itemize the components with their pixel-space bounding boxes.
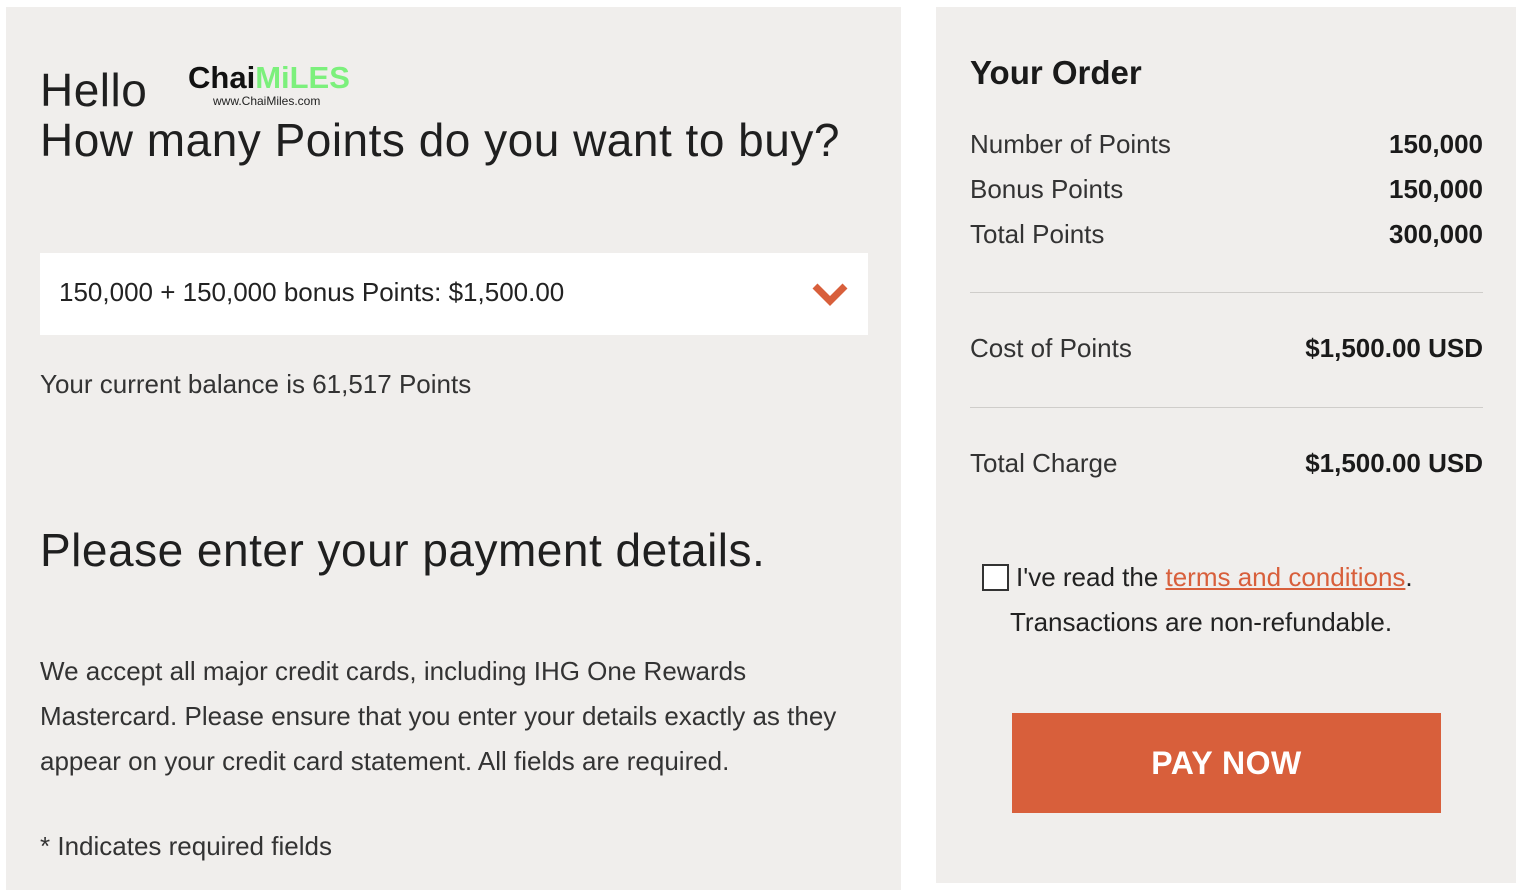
- total-points-row: Total Points 300,000: [970, 217, 1483, 251]
- total-points-label: Total Points: [970, 219, 1105, 249]
- points-selection-panel: Hello ChaiMiLES www.ChaiMiles.com How ma…: [6, 7, 901, 890]
- terms-agreement-text: I've read the terms and conditions.: [1016, 560, 1413, 594]
- greeting-heading: Hello: [40, 64, 148, 116]
- bonus-points-row: Bonus Points 150,000: [970, 172, 1483, 206]
- bonus-points-label: Bonus Points: [970, 174, 1124, 204]
- summary-divider: [970, 292, 1483, 293]
- pay-now-button[interactable]: PAY NOW: [1012, 713, 1441, 813]
- chevron-down-icon[interactable]: [812, 281, 848, 307]
- total-points-value: 300,000: [1389, 219, 1483, 249]
- cost-of-points-row: Cost of Points $1,500.00 USD: [970, 331, 1483, 365]
- current-balance-text: Your current balance is 61,517 Points: [40, 369, 472, 399]
- number-of-points-row: Number of Points 150,000: [970, 127, 1483, 161]
- cost-of-points-value: $1,500.00 USD: [1305, 333, 1483, 363]
- points-question-heading: How many Points do you want to buy?: [40, 114, 840, 166]
- total-charge-label: Total Charge: [970, 448, 1118, 478]
- logo-brand-part1: Chai: [188, 60, 256, 95]
- points-package-selected-value: 150,000 + 150,000 bonus Points: $1,500.0…: [59, 277, 565, 307]
- terms-checkbox[interactable]: [982, 564, 1009, 591]
- order-title: Your Order: [970, 54, 1142, 91]
- required-fields-note: * Indicates required fields: [40, 831, 332, 861]
- logo-brand-text: ChaiMiLES: [188, 61, 350, 95]
- terms-suffix: .: [1405, 562, 1413, 592]
- non-refundable-notice: Transactions are non-refundable.: [1010, 607, 1393, 637]
- terms-prefix: I've read the: [1016, 562, 1166, 592]
- bonus-points-value: 150,000: [1389, 174, 1483, 204]
- logo-url: www.ChaiMiles.com: [213, 94, 321, 108]
- chaimiles-watermark-logo: ChaiMiLES www.ChaiMiles.com: [186, 61, 366, 117]
- total-charge-value: $1,500.00 USD: [1305, 448, 1483, 478]
- payment-description: We accept all major credit cards, includ…: [40, 656, 837, 776]
- number-of-points-value: 150,000: [1389, 129, 1483, 159]
- points-package-select[interactable]: 150,000 + 150,000 bonus Points: $1,500.0…: [40, 253, 868, 335]
- cost-of-points-label: Cost of Points: [970, 333, 1132, 363]
- order-summary-panel: Your Order Number of Points 150,000 Bonu…: [936, 7, 1516, 883]
- total-charge-row: Total Charge $1,500.00 USD: [970, 446, 1483, 480]
- terms-and-conditions-link[interactable]: terms and conditions: [1166, 562, 1406, 592]
- number-of-points-label: Number of Points: [970, 129, 1171, 159]
- payment-details-heading: Please enter your payment details.: [40, 524, 766, 576]
- summary-divider: [970, 407, 1483, 408]
- logo-brand-part2: MiLES: [255, 60, 350, 95]
